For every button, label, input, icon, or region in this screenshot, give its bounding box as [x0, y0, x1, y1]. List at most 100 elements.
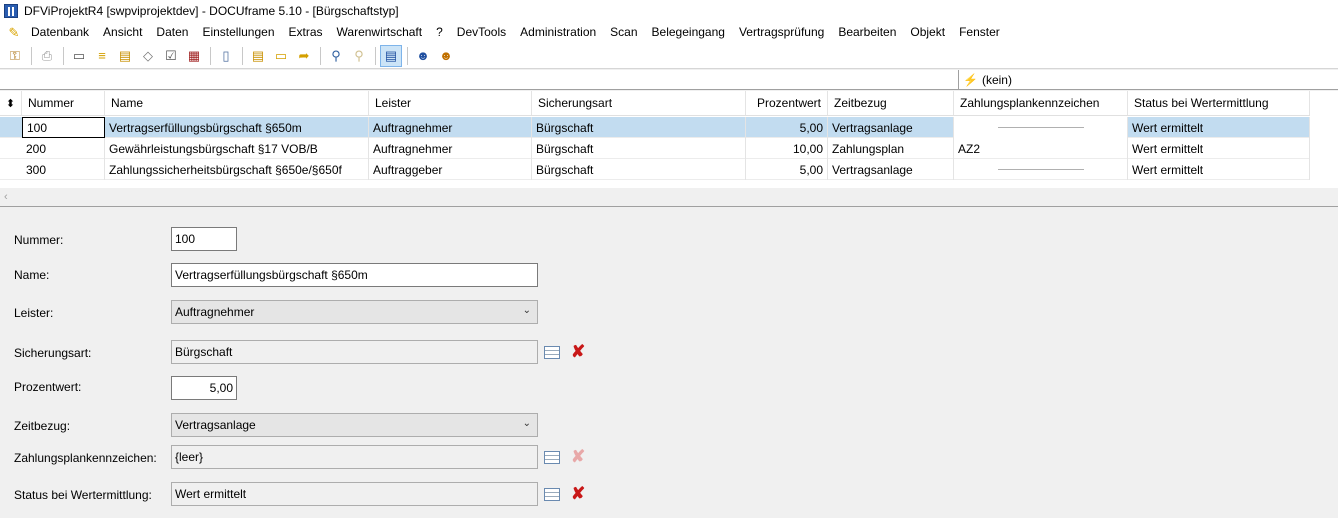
zahlungsplan-field[interactable]: {leer} [171, 445, 538, 469]
clear-icon[interactable]: ✘ [571, 485, 585, 502]
menu-ansicht[interactable]: Ansicht [96, 22, 149, 43]
user-key-icon[interactable]: ⚿ [4, 45, 26, 67]
sicherungsart-field[interactable]: Bürgschaft [171, 340, 538, 364]
cell-sicherungsart[interactable]: Bürgschaft [532, 117, 746, 138]
column-header-zeitbezug[interactable]: Zeitbezug [828, 91, 954, 115]
scroll-left-icon[interactable]: ‹ [4, 191, 8, 203]
menu-einstellungen[interactable]: Einstellungen [195, 22, 281, 43]
cell-leister[interactable]: Auftragnehmer [369, 138, 532, 159]
print-icon[interactable]: ⎙ [36, 45, 58, 67]
cell-name[interactable]: Zahlungssicherheitsbürgschaft §650e/§650… [105, 159, 369, 180]
column-header-status[interactable]: Status bei Wertermittlung [1128, 91, 1310, 115]
table-picker-icon[interactable] [544, 488, 560, 501]
status-field[interactable]: Wert ermittelt [171, 482, 538, 506]
user-run-icon[interactable]: ☻ [412, 45, 434, 67]
menu-help[interactable]: ? [429, 22, 450, 43]
menu-administration[interactable]: Administration [513, 22, 603, 43]
title-bar: DFViProjektR4 [swpviprojektdev] - DOCUfr… [0, 0, 1338, 22]
menu-vertragspruefung[interactable]: Vertragsprüfung [732, 22, 831, 43]
column-header-leister[interactable]: Leister [369, 91, 532, 115]
menu-datenbank[interactable]: Datenbank [24, 22, 96, 43]
user-run-2-icon[interactable]: ☻ [435, 45, 457, 67]
menu-warenwirtschaft[interactable]: Warenwirtschaft [330, 22, 430, 43]
cell-prozentwert[interactable]: 5,00 [746, 159, 828, 180]
table-row[interactable]: 300 Zahlungssicherheitsbürgschaft §650e/… [0, 159, 1310, 180]
cell-nummer[interactable]: 100 [22, 117, 105, 138]
pane-splitter[interactable] [0, 206, 1338, 209]
cell-nummer[interactable]: 300 [22, 159, 105, 180]
cell-zeitbezug[interactable]: Vertragsanlage [828, 159, 954, 180]
cell-name[interactable]: Vertragserfüllungsbürgschaft §650m [105, 117, 369, 138]
table-row[interactable]: 100 Vertragserfüllungsbürgschaft §650m A… [0, 117, 1310, 138]
app-icon [4, 4, 18, 18]
menu-devtools[interactable]: DevTools [450, 22, 513, 43]
horizontal-scrollbar[interactable]: ‹ [0, 188, 1338, 206]
column-header-prozentwert[interactable]: Prozentwert [746, 91, 828, 115]
zeitbezug-select[interactable]: Vertragsanlage ⌄ [171, 413, 538, 437]
docs-icon[interactable]: ▤ [114, 45, 136, 67]
cell-zeitbezug[interactable]: Zahlungsplan [828, 138, 954, 159]
menu-belegeingang[interactable]: Belegeingang [645, 22, 732, 43]
cell-nummer[interactable]: 200 [22, 138, 105, 159]
calendar-icon[interactable]: ▦ [183, 45, 205, 67]
cell-zeitbezug[interactable]: Vertragsanlage [828, 117, 954, 138]
cell-prozentwert[interactable]: 10,00 [746, 138, 828, 159]
cell-zahlungsplan[interactable] [954, 159, 1128, 180]
cell-zahlungsplan[interactable]: AZ2 [954, 138, 1128, 159]
prozentwert-field[interactable]: 5,00 [171, 376, 237, 400]
card-icon[interactable]: ▭ [68, 45, 90, 67]
folder-arrow-icon[interactable]: ➦ [293, 45, 315, 67]
filter-selector[interactable]: ⚡ (kein) [958, 70, 1338, 89]
label-sicherungsart: Sicherungsart: [14, 346, 92, 360]
name-field[interactable]: Vertragserfüllungsbürgschaft §650m [171, 263, 538, 287]
form-view-icon[interactable]: ▤ [380, 44, 402, 67]
menu-bar: ✎ Datenbank Ansicht Daten Einstellungen … [0, 22, 1338, 43]
column-header-sicherungsart[interactable]: Sicherungsart [532, 91, 746, 115]
cell-sicherungsart[interactable]: Bürgschaft [532, 159, 746, 180]
menu-scan[interactable]: Scan [603, 22, 644, 43]
cell-prozentwert[interactable]: 5,00 [746, 117, 828, 138]
menu-app-icon[interactable]: ✎ [6, 25, 22, 41]
list-icon[interactable]: ≡ [91, 45, 113, 67]
column-header-name[interactable]: Name [105, 91, 369, 115]
menu-fenster[interactable]: Fenster [952, 22, 1007, 43]
menu-objekt[interactable]: Objekt [903, 22, 952, 43]
cell-name[interactable]: Gewährleistungsbürgschaft §17 VOB/B [105, 138, 369, 159]
data-grid: ⬍ Nummer Name Leister Sicherungsart Proz… [0, 91, 1338, 188]
cell-status[interactable]: Wert ermittelt [1128, 138, 1310, 159]
cell-status[interactable]: Wert ermittelt [1128, 117, 1310, 138]
nummer-field[interactable]: 100 [171, 227, 237, 251]
filter-bar: ⚡ (kein) [0, 70, 1338, 90]
label-zeitbezug: Zeitbezug: [14, 419, 71, 433]
table-picker-icon[interactable] [544, 346, 560, 359]
cell-sicherungsart[interactable]: Bürgschaft [532, 138, 746, 159]
menu-daten[interactable]: Daten [149, 22, 195, 43]
filter-lightning-icon: ⚡ [963, 72, 978, 87]
cell-leister[interactable]: Auftragnehmer [369, 117, 532, 138]
sort-toggle-icon[interactable]: ⬍ [0, 91, 22, 116]
label-leister: Leister: [14, 306, 54, 320]
tag-icon[interactable]: ◇ [137, 45, 159, 67]
menu-extras[interactable]: Extras [282, 22, 330, 43]
label-prozentwert: Prozentwert: [14, 380, 82, 394]
note-icon[interactable]: ▤ [247, 45, 269, 67]
label-nummer: Nummer: [14, 233, 64, 247]
cell-leister[interactable]: Auftraggeber [369, 159, 532, 180]
column-header-nummer[interactable]: Nummer [22, 91, 105, 115]
cell-status[interactable]: Wert ermittelt [1128, 159, 1310, 180]
menu-bearbeiten[interactable]: Bearbeiten [831, 22, 903, 43]
filter-value: (kein) [981, 72, 1012, 87]
clear-icon[interactable]: ✘ [571, 343, 585, 360]
toolbar-separator [375, 46, 376, 65]
checklist-icon[interactable]: ☑ [160, 45, 182, 67]
folder-icon[interactable]: ▭ [270, 45, 292, 67]
toolbar-separator [242, 46, 243, 65]
column-header-zahlungsplankennzeichen[interactable]: Zahlungsplankennzeichen [954, 91, 1128, 115]
table-row[interactable]: 200 Gewährleistungsbürgschaft §17 VOB/B … [0, 138, 1310, 159]
toolbar: ⚿ ⎙ ▭ ≡ ▤ ◇ ☑ ▦ ▯ ▤ ▭ ➦ ⚲ ⚲ ▤ ☻ ☻ [0, 43, 1338, 69]
table-picker-icon[interactable] [544, 451, 560, 464]
search-icon[interactable]: ⚲ [325, 45, 347, 67]
cell-zahlungsplan[interactable] [954, 117, 1128, 138]
leister-select[interactable]: Auftragnehmer ⌄ [171, 300, 538, 324]
phone-icon[interactable]: ▯ [215, 45, 237, 67]
